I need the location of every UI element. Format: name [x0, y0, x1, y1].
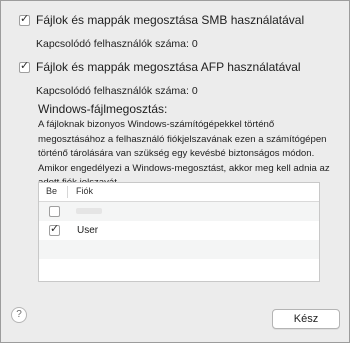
- table-row[interactable]: [39, 202, 319, 221]
- afp-connected-users: Kapcsolódó felhasználók száma: 0: [36, 85, 198, 97]
- column-header-enabled[interactable]: Be: [46, 186, 57, 196]
- table-row-empty: [39, 259, 319, 278]
- done-button[interactable]: Kész: [272, 309, 340, 329]
- smb-sharing-checkbox[interactable]: ✓: [19, 13, 30, 26]
- column-separator: [67, 186, 68, 198]
- table-row-empty: [39, 240, 319, 259]
- windows-sharing-title: Windows-fájlmegosztás:: [38, 102, 168, 116]
- checkmark-icon: ✓: [50, 223, 60, 235]
- question-mark-icon[interactable]: ?: [11, 307, 27, 323]
- file-sharing-options-sheet: ✓ Fájlok és mappák megosztása SMB haszná…: [0, 0, 350, 343]
- checkmark-icon: ✓: [20, 13, 30, 25]
- account-enable-checkbox[interactable]: [49, 206, 60, 217]
- smb-connected-users: Kapcsolódó felhasználók száma: 0: [36, 38, 198, 50]
- table-row[interactable]: ✓ User: [39, 221, 319, 240]
- windows-accounts-table: Be Fiók ✓ User: [38, 182, 320, 282]
- account-name: User: [77, 225, 99, 236]
- table-header: Be Fiók: [39, 183, 319, 202]
- obscured-account-name: [76, 208, 102, 214]
- checkmark-icon: ✓: [20, 60, 30, 72]
- afp-sharing-checkbox[interactable]: ✓: [19, 60, 30, 73]
- smb-sharing-label: Fájlok és mappák megosztása SMB használa…: [36, 13, 305, 27]
- account-enable-checkbox[interactable]: ✓: [49, 223, 60, 236]
- windows-sharing-description: A fájloknak bizonyos Windows-számítógépe…: [38, 119, 330, 188]
- column-header-account[interactable]: Fiók: [76, 186, 93, 196]
- afp-sharing-label: Fájlok és mappák megosztása AFP használa…: [36, 60, 301, 74]
